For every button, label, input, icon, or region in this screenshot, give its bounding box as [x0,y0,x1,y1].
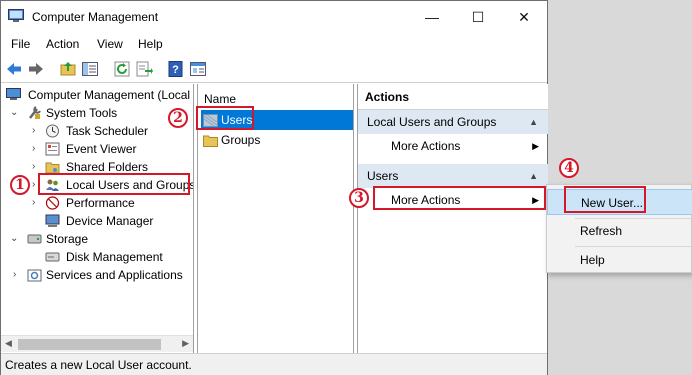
actions-section-local-users-and-groups[interactable]: Local Users and Groups ▲ [358,110,548,134]
tree-label: Task Scheduler [66,124,149,138]
actions-section-users[interactable]: Users ▲ [358,164,548,188]
computer-management-icon [6,88,21,100]
tree-label: System Tools [46,106,118,120]
chevron-right-icon[interactable]: › [32,158,35,176]
step-marker-1: 1 [10,175,30,195]
tree-horizontal-scrollbar[interactable]: ◀ ▶ [1,335,193,352]
step-marker-3: 3 [349,188,369,208]
scroll-right-icon[interactable]: ▶ [182,338,189,349]
actions-pane: Actions Local Users and Groups ▲ More Ac… [357,84,548,353]
properties-icon[interactable] [189,60,207,78]
tree-item-system-tools[interactable]: ⌄ System Tools [1,104,191,122]
tree-label: Services and Applications [46,268,183,282]
scroll-left-icon[interactable]: ◀ [5,338,12,349]
chevron-down-icon[interactable]: ⌄ [10,230,18,248]
highlight-box-users [196,106,254,130]
submenu-arrow-icon: ▶ [532,141,539,151]
folder-icon [203,135,218,147]
chevron-right-icon[interactable]: › [32,140,35,158]
window-title: Computer Management [32,10,159,24]
chevron-down-icon[interactable]: ⌄ [10,104,18,122]
chevron-right-icon[interactable]: › [32,194,35,212]
back-icon[interactable] [5,60,23,78]
menu-action[interactable]: Action [46,37,79,51]
menu-help[interactable]: Help [138,37,163,51]
export-list-icon[interactable] [135,60,153,78]
device-manager-icon [45,214,60,227]
clock-icon [46,124,59,138]
tree-item-task-scheduler[interactable]: › Task Scheduler [1,122,191,140]
chevron-right-icon[interactable]: › [32,122,35,140]
list-item-groups[interactable]: Groups [201,130,353,150]
svg-text:?: ? [172,64,179,76]
services-icon [27,269,42,282]
menu-bar: File Action View Help [1,33,547,55]
tree-item-performance[interactable]: › Performance [1,194,191,212]
tree-item-device-manager[interactable]: Device Manager [1,212,191,230]
tree-label: Device Manager [66,214,154,228]
column-header-name[interactable]: Name [204,92,236,106]
section-label: Local Users and Groups [367,115,497,129]
refresh-icon[interactable] [113,60,131,78]
menu-file[interactable]: File [11,37,30,51]
status-bar: Creates a new Local User account. [1,353,547,375]
highlight-box-new-user [564,186,646,213]
disk-management-icon [45,252,60,262]
tree-item-services-and-applications[interactable]: › Services and Applications [1,266,191,284]
tree-root-label: Computer Management (Local [28,88,191,102]
toolbar: ? [1,55,547,83]
actions-title: Actions [358,84,548,110]
step-marker-4: 4 [559,158,579,178]
forward-icon[interactable] [27,60,45,78]
tree-item-disk-management[interactable]: Disk Management [1,248,191,266]
list-item-label: Groups [221,133,261,147]
tree-item-storage[interactable]: ⌄ Storage [1,230,191,248]
computer-management-icon [8,9,24,22]
maximize-button[interactable]: ☐ [455,1,501,33]
chevron-right-icon[interactable]: › [13,266,16,284]
highlight-box-local-users-and-groups [38,173,190,195]
tree-label: Storage [46,232,89,246]
show-hide-tree-icon[interactable] [81,60,99,78]
chevron-right-icon[interactable]: › [32,176,35,194]
collapse-icon[interactable]: ▲ [529,110,538,134]
tools-icon [29,106,41,119]
scrollbar-thumb[interactable] [18,339,161,350]
shared-folder-icon [45,162,60,174]
tree-label: Performance [66,196,135,210]
minimize-button[interactable]: — [409,1,455,33]
close-button[interactable]: ✕ [501,1,547,33]
menu-view[interactable]: View [97,37,123,51]
storage-icon [27,234,42,244]
more-actions-item[interactable]: More Actions ▶ [358,134,548,158]
menu-item-refresh[interactable]: Refresh [547,218,692,244]
tree-label: Event Viewer [66,142,137,156]
highlight-box-more-actions [373,186,546,210]
step-marker-2: 2 [168,108,188,128]
section-label: Users [367,169,399,183]
navigation-tree: Computer Management (Local ⌄ System Tool… [1,84,194,353]
event-viewer-icon [45,142,60,156]
tree-root[interactable]: Computer Management (Local [1,86,193,104]
tree-label: Disk Management [66,250,163,264]
menu-item-help[interactable]: Help [547,247,692,273]
tree-item-event-viewer[interactable]: › Event Viewer [1,140,191,158]
more-actions-label: More Actions [391,139,461,153]
help-icon[interactable]: ? [167,60,185,78]
up-folder-icon[interactable] [59,60,77,78]
collapse-icon[interactable]: ▲ [529,164,538,188]
performance-icon [45,196,60,210]
title-bar: Computer Management — ☐ ✕ [1,1,547,33]
